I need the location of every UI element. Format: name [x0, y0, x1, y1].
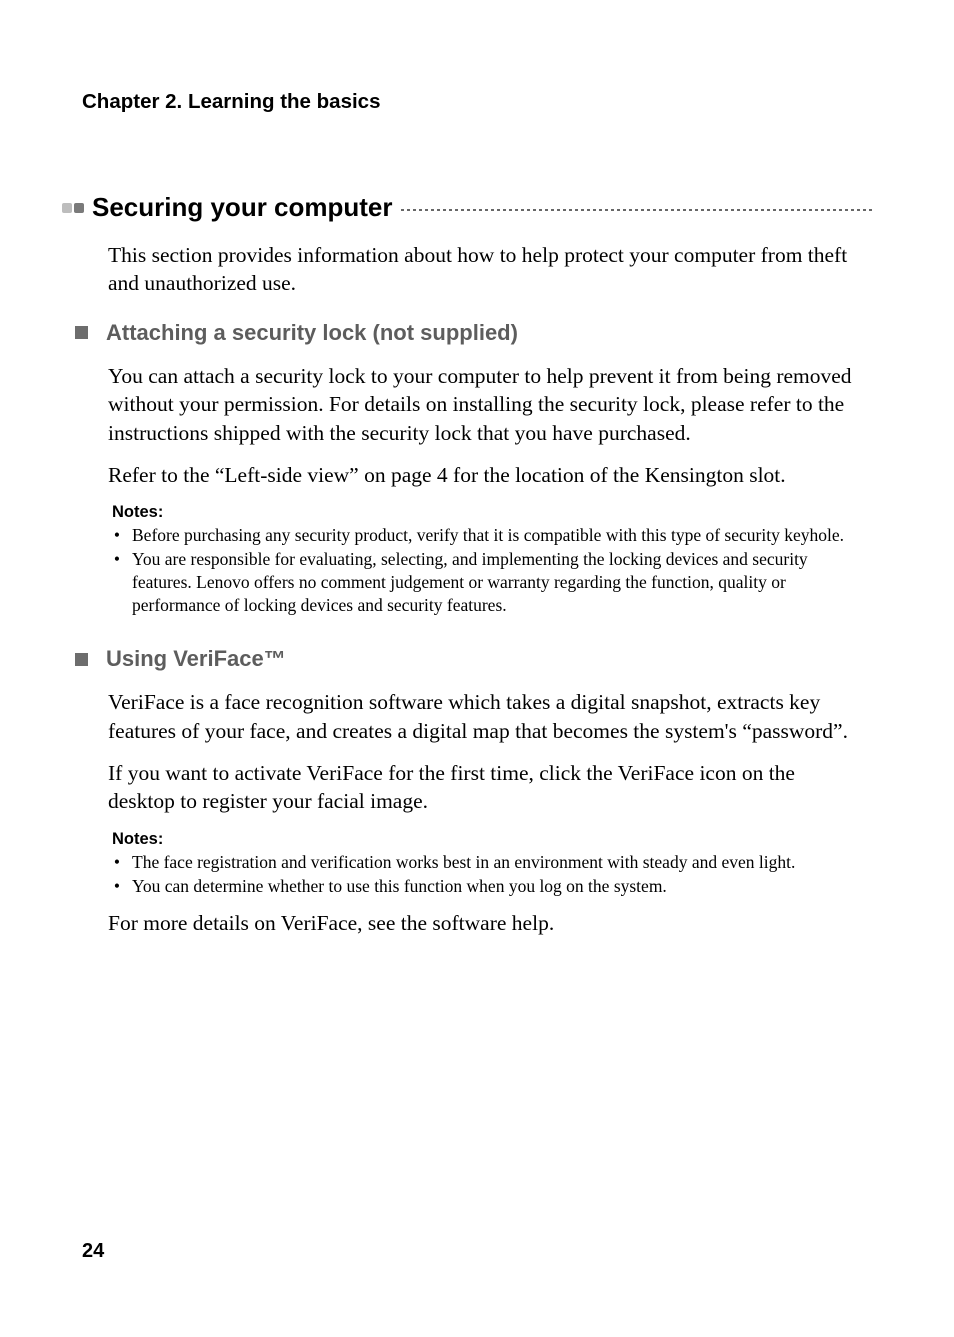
square-bullet-icon — [75, 653, 88, 666]
bullet-icon: • — [112, 524, 122, 547]
bullet-icon: • — [112, 875, 122, 898]
note-item: • Before purchasing any security product,… — [112, 524, 866, 547]
page: Chapter 2. Learning the basics Securing … — [0, 0, 954, 1337]
heading-rule-icon — [401, 209, 873, 211]
body-paragraph: VeriFace is a face recognition software … — [108, 688, 866, 745]
body-paragraph: You can attach a security lock to your c… — [108, 362, 866, 447]
notes-block: Notes: • The face registration and verifi… — [112, 830, 866, 898]
bullet-icon: • — [112, 851, 122, 874]
notes-label: Notes: — [112, 830, 866, 849]
subsection-heading-row: Attaching a security lock (not supplied) — [75, 320, 872, 346]
chapter-header: Chapter 2. Learning the basics — [82, 90, 872, 114]
notes-block: Notes: • Before purchasing any security p… — [112, 503, 866, 616]
subsection-heading-row: Using VeriFace™ — [75, 646, 872, 672]
page-number: 24 — [82, 1240, 104, 1263]
notes-list: • Before purchasing any security product,… — [112, 524, 866, 616]
section-marker-icon — [62, 203, 84, 213]
body-paragraph: If you want to activate VeriFace for the… — [108, 759, 866, 816]
note-text: Before purchasing any security product, … — [132, 524, 844, 547]
section-heading-row: Securing your computer — [62, 192, 872, 223]
notes-label: Notes: — [112, 503, 866, 522]
note-item: • The face registration and verification … — [112, 851, 866, 874]
subsection-title: Attaching a security lock (not supplied) — [106, 320, 518, 346]
body-paragraph: Refer to the “Left-side view” on page 4 … — [108, 461, 866, 489]
square-bullet-icon — [75, 326, 88, 339]
note-text: You can determine whether to use this fu… — [132, 875, 667, 898]
note-text: The face registration and verification w… — [132, 851, 795, 874]
notes-list: • The face registration and verification … — [112, 851, 866, 898]
note-item: •You are responsible for evaluating, sel… — [112, 548, 866, 616]
section-title: Securing your computer — [92, 192, 393, 223]
body-paragraph: For more details on VeriFace, see the so… — [108, 909, 866, 937]
subsection-title: Using VeriFace™ — [106, 646, 286, 672]
intro-paragraph: This section provides information about … — [108, 241, 866, 298]
note-item: • You can determine whether to use this f… — [112, 875, 866, 898]
note-text: You are responsible for evaluating, sele… — [132, 548, 866, 616]
bullet-icon: • — [112, 548, 122, 616]
